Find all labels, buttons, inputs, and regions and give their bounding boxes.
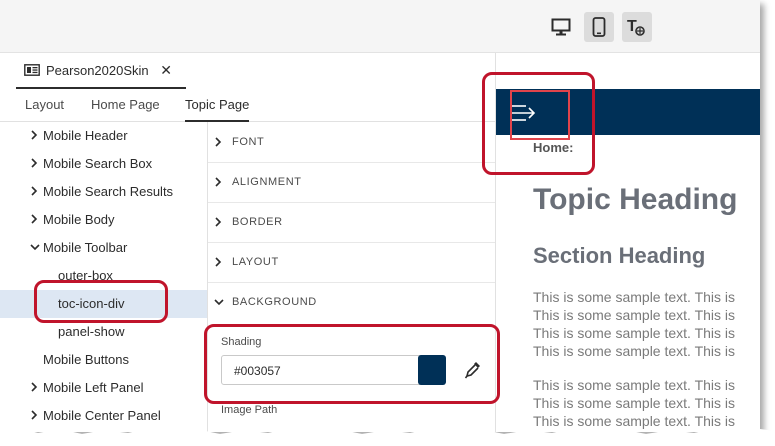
tree-item-label: panel-show (58, 324, 125, 339)
tree-item-label: Mobile Search Results (43, 184, 174, 199)
chevron-right-icon (215, 217, 222, 227)
torn-edge (0, 428, 775, 446)
callout-toc-icon-box (510, 90, 570, 140)
chevron-right-icon (215, 137, 222, 147)
preview-sample-text: This is some sample text. This is (533, 307, 736, 323)
tab-home-page[interactable]: Home Page (91, 97, 160, 112)
preview-sample-text: This is some sample text. This is (533, 343, 736, 359)
mobile-phone-icon (592, 17, 606, 37)
mobile-view-button[interactable] (584, 12, 614, 42)
chevron-right-icon (31, 382, 38, 392)
tree-item-label: Mobile Search Box (43, 156, 153, 171)
app-window: T Pearson2020Skin ✕ Layout Home Page Top… (0, 0, 760, 432)
chevron-right-icon (31, 410, 38, 420)
preview-sample-text: This is some sample text. This is (533, 377, 736, 393)
tree-item-mobile-search-box[interactable]: Mobile Search Box (0, 150, 207, 178)
page-type-tabs: Layout Home Page Topic Page (0, 89, 495, 122)
skin-file-tab[interactable]: Pearson2020Skin ✕ (16, 53, 186, 89)
tab-layout[interactable]: Layout (25, 97, 64, 112)
preview-section-heading: Section Heading (533, 243, 706, 268)
skin-file-icon (24, 64, 40, 76)
preview-sample-text: This is some sample text. This is (533, 289, 736, 305)
tree-item-label: Mobile Center Panel (43, 408, 161, 423)
skin-file-name: Pearson2020Skin (46, 62, 149, 78)
chevron-right-icon (215, 257, 222, 267)
tree-item-mobile-toolbar[interactable]: Mobile Toolbar (0, 234, 207, 262)
section-label: BORDER (232, 216, 283, 228)
section-label: FONT (232, 136, 265, 148)
section-label: BACKGROUND (232, 296, 317, 308)
tree-item-label: Mobile Toolbar (43, 240, 128, 255)
tree-item-label: Mobile Buttons (43, 352, 129, 367)
callout-toc-icon-div (34, 280, 168, 323)
chevron-down-icon (214, 299, 224, 306)
section-layout[interactable]: LAYOUT (208, 242, 495, 283)
tree-item-label: Mobile Body (43, 212, 115, 227)
chevron-right-icon (215, 177, 222, 187)
tree-item-mobile-left-panel[interactable]: Mobile Left Panel (0, 374, 207, 402)
device-toolbar: T (0, 0, 760, 53)
callout-shading (204, 324, 500, 404)
preview-sample-text: This is some sample text. This is (533, 325, 736, 341)
section-label: LAYOUT (232, 256, 279, 268)
preview-topic-heading: Topic Heading (533, 183, 738, 216)
image-path-label: Image Path (221, 404, 278, 416)
section-alignment[interactable]: ALIGNMENT (208, 162, 495, 203)
preview-sample-text: This is some sample text. This is (533, 395, 736, 411)
tree-item-mobile-body[interactable]: Mobile Body (0, 206, 207, 234)
section-background[interactable]: BACKGROUND (208, 282, 495, 322)
tree-item-mobile-header[interactable]: Mobile Header (0, 122, 207, 150)
chevron-right-icon (31, 186, 38, 196)
tablet-view-button[interactable]: T (622, 12, 652, 42)
tree-item-label: Mobile Left Panel (43, 380, 144, 395)
text-resize-icon: T (627, 18, 645, 36)
desktop-monitor-icon (551, 18, 571, 36)
close-tab-icon[interactable]: ✕ (160, 62, 172, 79)
tree-item-mobile-buttons[interactable]: Mobile Buttons (0, 346, 207, 374)
section-font[interactable]: FONT (208, 122, 495, 163)
element-tree: Mobile Header Mobile Search Box Mobile S… (0, 122, 208, 432)
tree-item-mobile-search-results[interactable]: Mobile Search Results (0, 178, 207, 206)
desktop-view-button[interactable] (546, 12, 576, 42)
tab-topic-page[interactable]: Topic Page (185, 97, 250, 122)
tree-item-label: Mobile Header (43, 128, 128, 143)
chevron-right-icon (31, 130, 38, 140)
section-label: ALIGNMENT (232, 176, 302, 188)
chevron-right-icon (31, 158, 38, 168)
chevron-right-icon (31, 214, 38, 224)
section-border[interactable]: BORDER (208, 202, 495, 243)
chevron-down-icon (30, 244, 40, 251)
